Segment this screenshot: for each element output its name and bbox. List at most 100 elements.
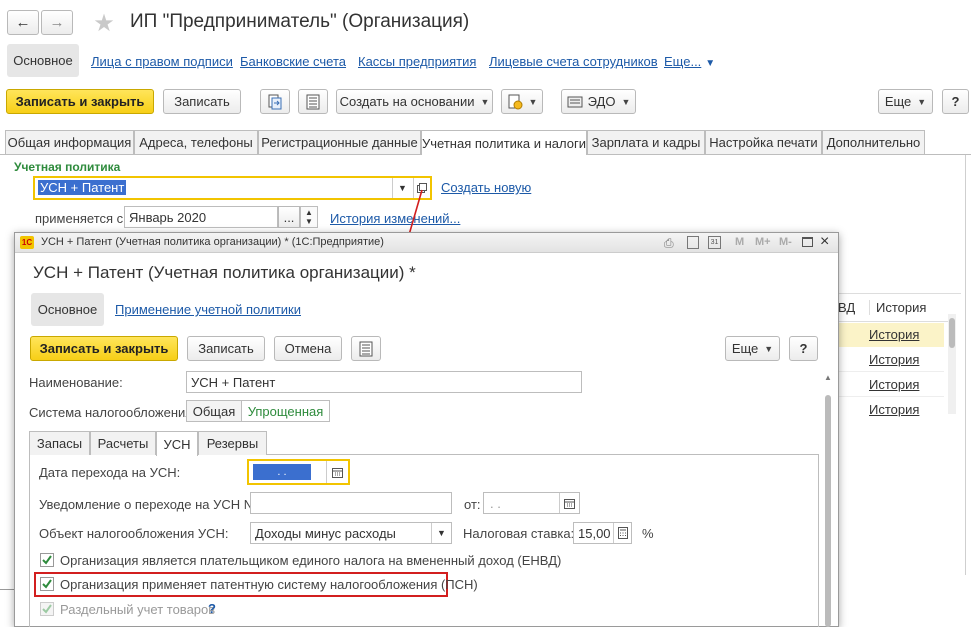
envd-checkbox[interactable] [40,553,54,567]
right-edge-divider [965,155,966,575]
psn-checkbox[interactable] [40,577,54,591]
create-based-button[interactable]: Создать на основании ▼ [336,89,493,114]
transition-date-value: . . [253,464,311,480]
spin-up-icon[interactable]: ▲ [305,208,313,217]
page-title: ИП "Предприниматель" (Организация) [130,11,470,32]
transition-date-field[interactable]: . . [247,459,350,485]
rate-value: 15,00 [578,525,611,541]
create-new-link[interactable]: Создать новую [441,180,531,195]
nav-link-signers[interactable]: Лица с правом подписи [91,54,233,69]
object-select[interactable]: Доходы минус расходы ▼ [250,522,452,544]
tab-usn[interactable]: УСН [156,431,198,456]
table-row[interactable]: История [836,323,944,347]
edo-button[interactable]: ЭДО ▼ [561,89,636,114]
close-icon[interactable]: × [820,233,829,251]
history-cell-link[interactable]: История [869,327,919,342]
object-label: Объект налогообложения УСН: [39,526,229,541]
memory-minus-button[interactable]: M- [779,236,792,248]
dialog-save-close-button[interactable]: Записать и закрыть [30,336,178,361]
nav-link-cash-desks[interactable]: Кассы предприятия [358,54,476,69]
tax-system-toggle[interactable]: Общая Упрощенная [186,400,330,422]
tab-accounting-policy[interactable]: Учетная политика и налоги [421,130,587,155]
dropdown-arrow-icon[interactable]: ▼ [431,523,451,543]
spin-down-icon[interactable]: ▼ [305,217,313,226]
dialog-nav-main[interactable]: Основное [31,293,104,326]
tab-inventory[interactable]: Запасы [29,431,90,455]
checkmark-icon [42,579,52,589]
table-row[interactable]: История [836,348,944,372]
apply-policy-link[interactable]: Применение учетной политики [115,302,301,317]
scrollbar-thumb[interactable] [949,318,955,348]
dialog-scrollbar[interactable]: ▲ [823,373,833,627]
table-scrollbar[interactable] [948,314,956,414]
dialog-save-button[interactable]: Записать [187,336,265,361]
nav-more-label: Еще... [664,54,702,69]
memory-plus-button[interactable]: M+ [755,236,771,248]
print-icon[interactable]: ⎙ [664,236,674,251]
nav-main-label: Основное [13,53,73,68]
scrollbar-thumb[interactable] [825,395,831,627]
tax-system-simplified[interactable]: Упрощенная [242,401,329,421]
nav-link-more[interactable]: Еще... ▼ [664,54,715,69]
calculator-icon[interactable] [687,236,699,249]
period-select-button[interactable]: ... [278,206,300,228]
applies-from-field[interactable]: Январь 2020 [124,206,278,228]
history-cell-link[interactable]: История [869,377,919,392]
policy-select[interactable]: УСН + Патент ▼ [33,176,432,200]
save-button[interactable]: Записать [163,89,241,114]
help-button[interactable]: ? [942,89,969,114]
attach-document-button[interactable] [260,89,290,114]
dialog-help-button[interactable]: ? [789,336,818,361]
memory-m-button[interactable]: M [735,236,744,248]
tax-system-general[interactable]: Общая [187,401,242,421]
calendar-icon[interactable] [326,461,348,483]
tab-settlements[interactable]: Расчеты [90,431,156,455]
more-label: Еще [884,94,912,109]
table-row[interactable]: История [836,373,944,397]
maximize-icon[interactable] [802,237,813,247]
rate-field[interactable]: 15,00 [573,522,632,544]
tab-addresses[interactable]: Адреса, телефоны [134,130,258,154]
favorite-star-icon[interactable]: ★ [91,10,117,37]
tab-general[interactable]: Общая информация [5,130,134,154]
notice-date-value: . . [490,495,501,511]
checkmark-icon [42,604,52,614]
history-cell-link[interactable]: История [869,402,919,417]
tab-additional[interactable]: Дополнительно [822,130,925,154]
dialog-list-button[interactable] [351,336,381,361]
notice-date-field[interactable]: . . [483,492,580,514]
tab-payroll[interactable]: Зарплата и кадры [587,130,705,154]
back-button[interactable]: ← [7,10,39,35]
dialog-more-button[interactable]: Еще ▼ [725,336,780,361]
dropdown-arrow-icon: ▼ [621,96,631,107]
save-close-button[interactable]: Записать и закрыть [6,89,154,114]
dialog-cancel-button[interactable]: Отмена [274,336,342,361]
dropdown-arrow-icon: ▼ [528,96,538,107]
nav-link-employee-accounts[interactable]: Лицевые счета сотрудников [489,54,658,69]
calendar-icon[interactable]: 31 [708,236,721,249]
table-row[interactable]: История [836,398,944,420]
edo-icon [567,96,583,107]
nav-link-bank-accounts[interactable]: Банковские счета [240,54,346,69]
list-button[interactable] [298,89,328,114]
notice-label: Уведомление о переходе на УСН №: [39,497,262,512]
nav-main-tab[interactable]: Основное [7,44,79,77]
tab-print-settings[interactable]: Настройка печати [705,130,822,154]
calendar-icon[interactable] [559,493,579,513]
notice-number-field[interactable] [250,492,452,514]
calculator-icon[interactable] [613,523,631,543]
more-button[interactable]: Еще ▼ [878,89,933,114]
tab-registration[interactable]: Регистрационные данные [258,130,421,154]
scroll-up-icon[interactable]: ▲ [824,373,832,382]
separate-accounting-checkbox[interactable] [40,602,54,616]
edo-label: ЭДО [587,94,616,109]
forward-button[interactable]: → [41,10,73,35]
bottom-divider [0,589,14,590]
tab-reserves[interactable]: Резервы [198,431,267,455]
name-field[interactable]: УСН + Патент [186,371,582,393]
print-button[interactable]: ▼ [501,89,543,114]
history-cell-link[interactable]: История [869,352,919,367]
applies-from-label: применяется с: [35,211,127,226]
period-spinner[interactable]: ▲ ▼ [300,206,318,228]
help-question-icon[interactable]: ? [208,601,216,616]
